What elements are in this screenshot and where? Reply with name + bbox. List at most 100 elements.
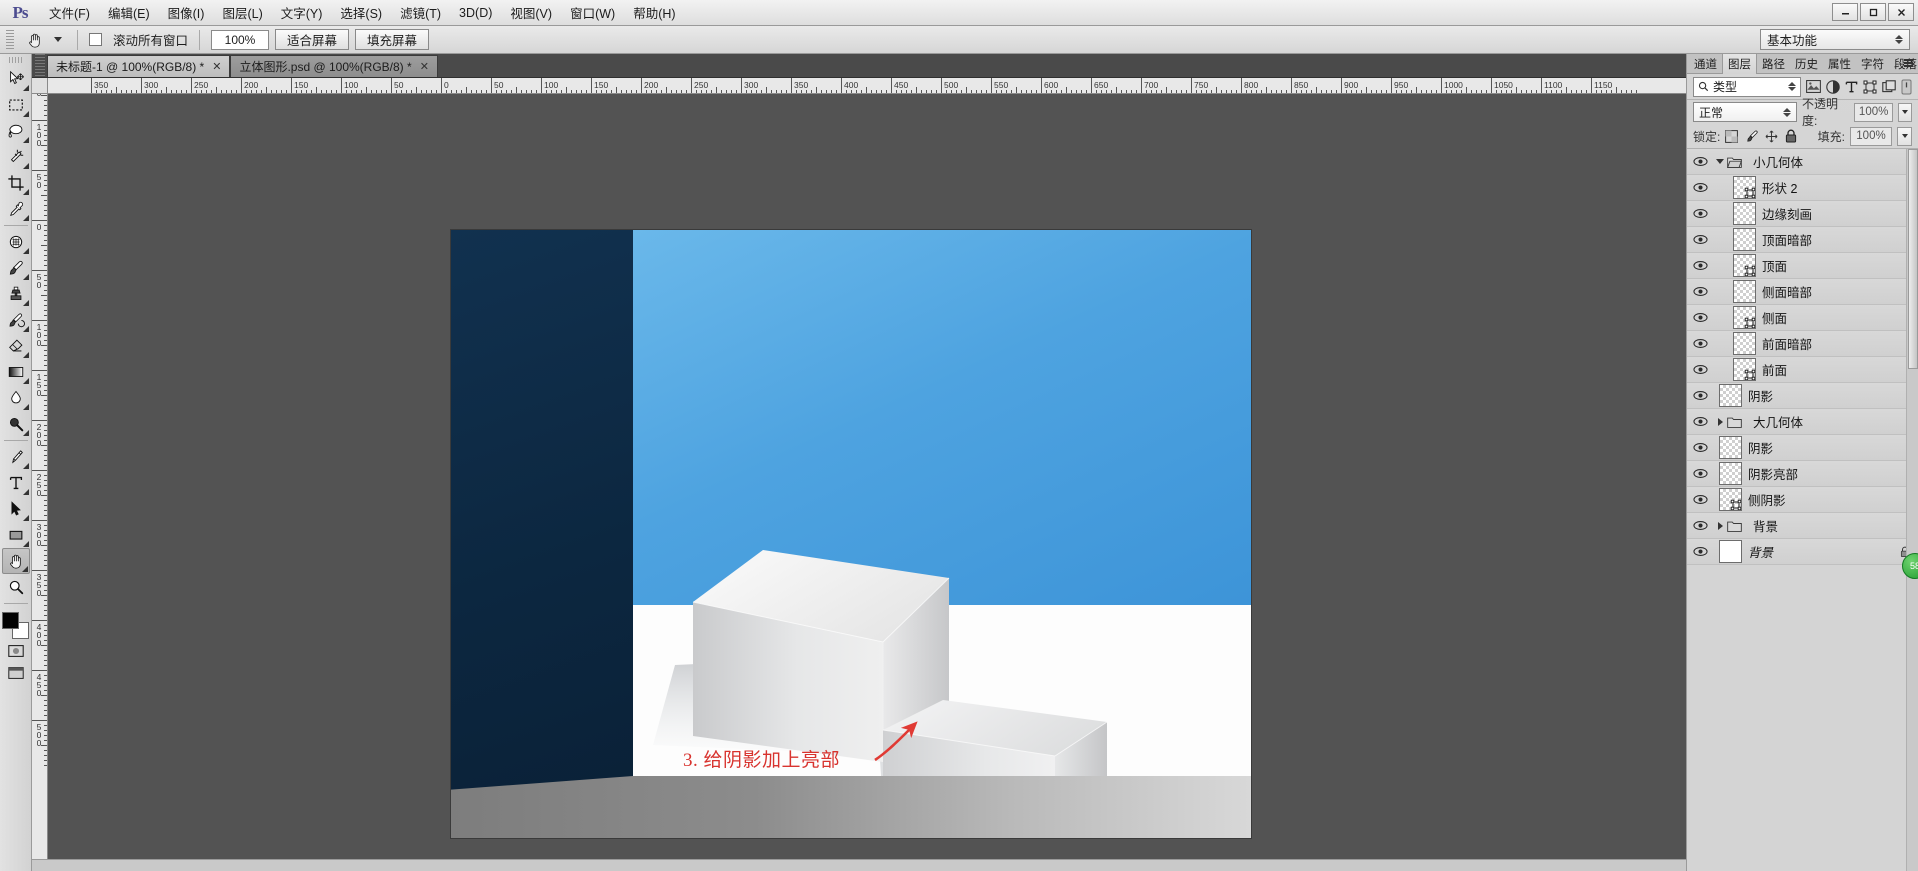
close-icon[interactable]: ✕ <box>420 60 429 73</box>
chevron-right-icon[interactable] <box>1713 417 1727 426</box>
fill-screen-button[interactable]: 填充屏幕 <box>355 29 430 50</box>
panel-tab-history[interactable]: 历史 <box>1790 54 1823 74</box>
foreground-color-swatch[interactable] <box>1 612 19 629</box>
tool-preset-chevron-down-icon[interactable] <box>54 37 62 42</box>
opacity-value[interactable]: 100% <box>1854 102 1894 122</box>
layer-row[interactable]: 侧面 <box>1687 305 1918 331</box>
spot-healing-brush-tool[interactable] <box>2 229 30 255</box>
horizontal-ruler[interactable]: 350 300 250 200 150 100 50 0 50 100 150 200 250 300 35… <box>48 78 1686 94</box>
layer-thumbnail[interactable] <box>1733 176 1756 199</box>
type-tool[interactable] <box>2 470 30 496</box>
path-selection-tool[interactable] <box>2 496 30 522</box>
screen-mode-toggle[interactable] <box>4 662 28 684</box>
tab-strip-grip[interactable] <box>35 54 45 76</box>
vertical-ruler[interactable]: 15010050050100150200250300350400450500 <box>32 94 48 859</box>
layer-thumbnail[interactable] <box>1733 254 1756 277</box>
artboard[interactable]: 3. 给阴影加上亮部 <box>451 230 1251 838</box>
layer-thumbnail[interactable] <box>1733 306 1756 329</box>
menu-select[interactable]: 选择(S) <box>331 0 391 26</box>
layer-row[interactable]: 侧面暗部 <box>1687 279 1918 305</box>
layer-group-row[interactable]: 背景 <box>1687 513 1918 539</box>
layer-row[interactable]: 顶面暗部 <box>1687 227 1918 253</box>
workspace-switcher[interactable]: 基本功能 <box>1760 29 1910 50</box>
dodge-tool[interactable] <box>2 411 30 437</box>
maximize-button[interactable] <box>1860 3 1886 21</box>
options-bar-grip[interactable] <box>6 29 14 50</box>
zoom-level-field[interactable]: 100% <box>211 29 270 50</box>
filter-power-toggle[interactable] <box>1901 77 1912 97</box>
filter-type-icon[interactable] <box>1845 77 1858 97</box>
layer-visibility-toggle[interactable] <box>1687 253 1713 279</box>
eraser-tool[interactable] <box>2 333 30 359</box>
layer-thumbnail[interactable] <box>1719 540 1742 563</box>
panel-tab-paths[interactable]: 路径 <box>1757 54 1790 74</box>
notification-badge[interactable]: 58 <box>1902 553 1918 579</box>
blend-mode-select[interactable]: 正常 <box>1693 102 1797 122</box>
filter-shape-icon[interactable] <box>1863 77 1877 97</box>
layer-row[interactable]: 顶面 <box>1687 253 1918 279</box>
lasso-tool[interactable] <box>2 118 30 144</box>
layer-thumbnail[interactable] <box>1733 228 1756 251</box>
layer-visibility-toggle[interactable] <box>1687 175 1713 201</box>
layer-visibility-toggle[interactable] <box>1687 513 1713 539</box>
filter-pixel-icon[interactable] <box>1806 77 1821 97</box>
layer-visibility-toggle[interactable] <box>1687 409 1713 435</box>
magic-wand-tool[interactable] <box>2 144 30 170</box>
menu-3d[interactable]: 3D(D) <box>450 2 501 24</box>
layer-visibility-toggle[interactable] <box>1687 201 1713 227</box>
panel-menu-button[interactable]: · <box>1899 58 1913 68</box>
opacity-chevron-down-icon[interactable] <box>1898 102 1912 122</box>
layer-visibility-toggle[interactable] <box>1687 305 1713 331</box>
move-tool[interactable] <box>2 66 30 92</box>
layer-visibility-toggle[interactable] <box>1687 279 1713 305</box>
rectangle-tool[interactable] <box>2 522 30 548</box>
horizontal-scrollbar[interactable] <box>32 859 1686 871</box>
menu-type[interactable]: 文字(Y) <box>272 0 332 26</box>
menu-file[interactable]: 文件(F) <box>40 0 99 26</box>
chevron-down-icon[interactable] <box>1713 159 1727 164</box>
layer-visibility-toggle[interactable] <box>1687 149 1713 175</box>
layer-row[interactable]: 阴影 <box>1687 383 1918 409</box>
lock-transparency-icon[interactable] <box>1725 129 1739 143</box>
layers-scrollbar-thumb[interactable] <box>1908 149 1918 369</box>
blur-tool[interactable] <box>2 385 30 411</box>
gradient-tool[interactable] <box>2 359 30 385</box>
layer-filter-select[interactable]: 类型 <box>1693 76 1801 97</box>
document-tab-liti-tuxing[interactable]: 立体图形.psd @ 100%(RGB/8) * ✕ <box>230 55 438 77</box>
menu-image[interactable]: 图像(I) <box>159 0 214 26</box>
layer-thumbnail[interactable] <box>1719 488 1742 511</box>
layer-visibility-toggle[interactable] <box>1687 487 1713 513</box>
chevron-right-icon[interactable] <box>1713 521 1727 530</box>
layer-thumbnail[interactable] <box>1719 384 1742 407</box>
layer-row[interactable]: 形状 2 <box>1687 175 1918 201</box>
layer-thumbnail[interactable] <box>1733 332 1756 355</box>
panel-tab-properties[interactable]: 属性 <box>1823 54 1856 74</box>
eyedropper-tool[interactable] <box>2 196 30 222</box>
panel-tab-channels[interactable]: 通道 <box>1689 54 1722 74</box>
clone-stamp-tool[interactable] <box>2 281 30 307</box>
layer-thumbnail[interactable] <box>1733 358 1756 381</box>
scroll-all-windows-checkbox[interactable] <box>89 33 102 46</box>
menu-help[interactable]: 帮助(H) <box>624 0 684 26</box>
menu-window[interactable]: 窗口(W) <box>561 0 624 26</box>
menu-layer[interactable]: 图层(L) <box>213 0 271 26</box>
tools-panel-grip[interactable] <box>8 57 23 63</box>
quick-mask-toggle[interactable] <box>4 640 28 662</box>
rectangular-marquee-tool[interactable] <box>2 92 30 118</box>
layer-visibility-toggle[interactable] <box>1687 357 1713 383</box>
brush-tool[interactable] <box>2 255 30 281</box>
crop-tool[interactable] <box>2 170 30 196</box>
layer-thumbnail[interactable] <box>1719 462 1742 485</box>
layer-row[interactable]: 侧阴影 <box>1687 487 1918 513</box>
close-button[interactable] <box>1888 3 1914 21</box>
filter-adjustment-icon[interactable] <box>1826 77 1840 97</box>
zoom-tool[interactable] <box>2 574 30 600</box>
layer-thumbnail[interactable] <box>1719 436 1742 459</box>
ruler-corner[interactable] <box>32 78 48 94</box>
fill-chevron-down-icon[interactable] <box>1897 126 1912 146</box>
layer-visibility-toggle[interactable] <box>1687 383 1713 409</box>
menu-filter[interactable]: 滤镜(T) <box>391 0 450 26</box>
filter-smart-object-icon[interactable] <box>1882 77 1896 97</box>
layer-visibility-toggle[interactable] <box>1687 539 1713 565</box>
layer-thumbnail[interactable] <box>1733 280 1756 303</box>
